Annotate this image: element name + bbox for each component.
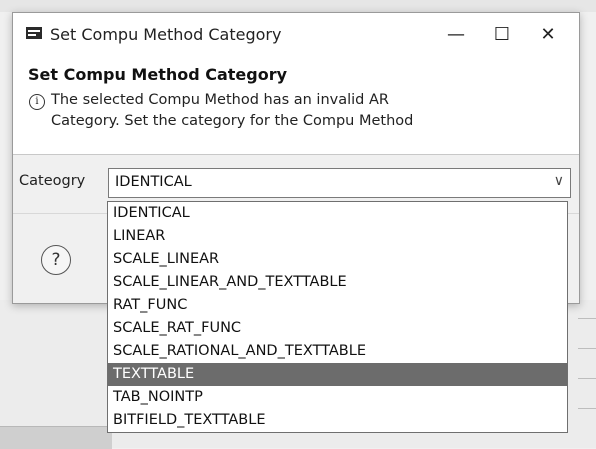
- background-window-strip: [0, 0, 596, 12]
- dropdown-option-rat-func[interactable]: RAT_FUNC: [108, 294, 567, 317]
- dropdown-option-scale-linear-and-texttable[interactable]: SCALE_LINEAR_AND_TEXTTABLE: [108, 271, 567, 294]
- dropdown-option-identical[interactable]: IDENTICAL: [108, 202, 567, 225]
- dropdown-option-linear[interactable]: LINEAR: [108, 225, 567, 248]
- dropdown-option-scale-linear[interactable]: SCALE_LINEAR: [108, 248, 567, 271]
- background-gridline: [578, 408, 596, 409]
- maximize-icon: ☐: [493, 23, 511, 45]
- title-bar[interactable]: Set Compu Method Category — ☐ ✕: [13, 13, 579, 55]
- dropdown-option-scale-rat-func[interactable]: SCALE_RAT_FUNC: [108, 317, 567, 340]
- window-title: Set Compu Method Category: [50, 25, 282, 44]
- category-combobox[interactable]: IDENTICAL ∨: [108, 168, 571, 198]
- category-selected-value: IDENTICAL: [115, 174, 192, 190]
- maximize-button[interactable]: ☐: [479, 17, 525, 51]
- close-button[interactable]: ✕: [525, 17, 571, 51]
- chevron-down-icon[interactable]: ∨: [554, 173, 564, 189]
- minimize-button[interactable]: —: [433, 17, 479, 51]
- app-icon: [26, 27, 42, 39]
- minimize-icon: —: [447, 23, 465, 45]
- dropdown-option-bitfield-texttable[interactable]: BITFIELD_TEXTTABLE: [108, 409, 567, 432]
- category-dropdown-list[interactable]: IDENTICAL LINEAR SCALE_LINEAR SCALE_LINE…: [107, 201, 568, 433]
- dialog-message-line1: The selected Compu Method has an invalid…: [51, 92, 389, 108]
- background-gridline: [578, 378, 596, 379]
- background-tab: [0, 426, 112, 449]
- background-gridline: [578, 318, 596, 319]
- help-button[interactable]: ?: [41, 245, 71, 275]
- background-gridline: [578, 348, 596, 349]
- dropdown-option-texttable[interactable]: TEXTTABLE: [108, 363, 567, 386]
- dialog-message-line2: Category. Set the category for the Compu…: [51, 113, 414, 129]
- category-label: Cateogry: [19, 173, 86, 189]
- dialog-heading: Set Compu Method Category: [28, 65, 288, 84]
- dropdown-option-scale-rational-and-texttable[interactable]: SCALE_RATIONAL_AND_TEXTTABLE: [108, 340, 567, 363]
- dropdown-option-tab-nointp[interactable]: TAB_NOINTP: [108, 386, 567, 409]
- close-icon: ✕: [540, 23, 556, 45]
- dialog-header: Set Compu Method Category i The selected…: [13, 55, 579, 155]
- info-icon: i: [29, 94, 45, 110]
